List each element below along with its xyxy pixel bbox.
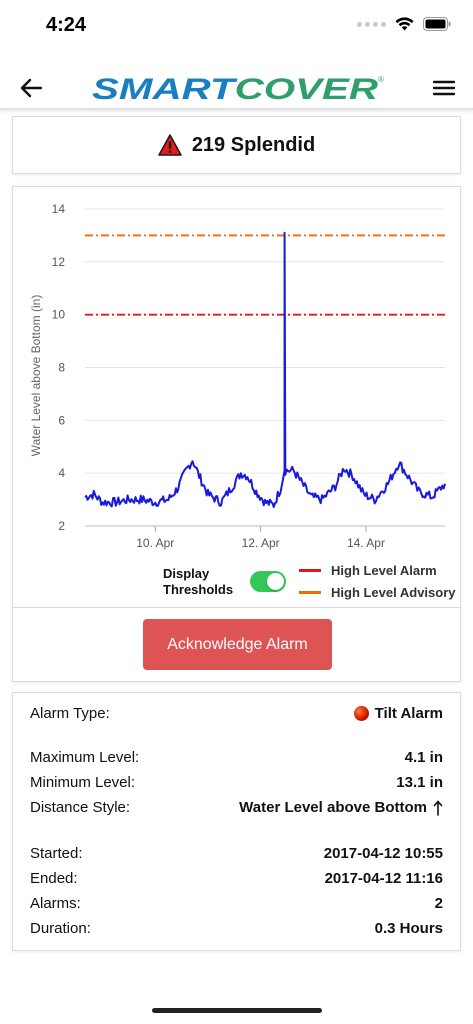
toggle-knob (267, 573, 284, 590)
y-tick-label: 10 (52, 308, 66, 322)
y-tick-label: 2 (58, 519, 65, 533)
status-icons (357, 17, 451, 31)
alarm-type-value-wrap: Tilt Alarm (353, 705, 443, 722)
svg-text:SMARTCOVER: SMART COVER (92, 73, 378, 104)
legend-label-alarm: High Level Alarm (331, 562, 437, 578)
min-level-label: Minimum Level: (30, 774, 136, 791)
alarm-details-card: Alarm Type: Tilt Alarm Maximum Level: 4.… (12, 692, 461, 951)
nav-bar: SMART COVER ® (0, 66, 473, 110)
x-tick-label: 12. Apr (242, 536, 280, 550)
started-value: 2017-04-12 10:55 (323, 845, 443, 862)
y-tick-label: 4 (58, 466, 65, 480)
site-title-card: 219 Splendid (12, 116, 461, 174)
alarm-type-value: Tilt Alarm (374, 705, 443, 722)
max-level-label: Maximum Level: (30, 749, 140, 766)
alarm-warning-icon (158, 134, 182, 156)
row-alarms: Alarms: 2 (30, 895, 443, 912)
row-started: Started: 2017-04-12 10:55 (30, 845, 443, 862)
duration-value: 0.3 Hours (374, 920, 443, 937)
row-alarm-type: Alarm Type: Tilt Alarm (30, 705, 443, 722)
status-time: 4:24 (46, 14, 87, 36)
back-arrow-icon[interactable] (18, 74, 46, 102)
row-ended: Ended: 2017-04-12 11:16 (30, 870, 443, 887)
alarms-label: Alarms: (30, 895, 81, 912)
ended-label: Ended: (30, 870, 78, 887)
arrow-up-icon (433, 799, 443, 816)
site-name: 219 Splendid (191, 133, 316, 156)
chart-card: 2 4 6 8 10 12 14 10. Apr 12. Apr 14. Apr Water L… (12, 186, 461, 682)
smartcover-logo: SMART COVER ® (92, 73, 384, 104)
min-level-value: 13.1 in (396, 774, 443, 791)
display-thresholds-toggle[interactable] (250, 571, 286, 592)
legend-swatch-alarm (299, 568, 321, 572)
hamburger-menu-icon[interactable] (431, 76, 457, 100)
distance-style-label: Distance Style: (30, 799, 131, 816)
signal-dots-icon (357, 21, 386, 27)
row-distance-style: Distance Style: Water Level above Bottom (30, 799, 443, 816)
distance-style-value: Water Level above Bottom (239, 799, 427, 816)
svg-text:®: ® (378, 75, 384, 84)
tilt-alarm-icon (353, 706, 369, 721)
alarm-type-label: Alarm Type: (30, 705, 110, 722)
y-tick-label: 12 (52, 255, 66, 269)
legend-item-advisory: High Level Advisory (299, 581, 456, 603)
x-tick-label: 10. Apr (136, 536, 174, 550)
divider (13, 607, 460, 608)
y-axis-label: Water Level above Bottom (in) (29, 295, 43, 457)
display-thresholds-label: Display Thresholds (163, 566, 234, 597)
x-tick-label: 14. Apr (347, 536, 385, 550)
y-tick-label: 14 (52, 202, 66, 216)
ended-value: 2017-04-12 11:16 (324, 870, 443, 887)
distance-style-value-wrap: Water Level above Bottom (239, 799, 443, 816)
legend-item-alarm: High Level Alarm (299, 559, 456, 581)
battery-icon (423, 17, 451, 31)
legend-swatch-advisory (299, 590, 321, 594)
row-max-level: Maximum Level: 4.1 in (30, 749, 443, 766)
row-duration: Duration: 0.3 Hours (30, 920, 443, 937)
chart-legend: High Level Alarm High Level Advisory (299, 559, 456, 603)
alarms-value: 2 (434, 895, 443, 912)
acknowledge-alarm-button[interactable]: Acknowledge Alarm (143, 619, 332, 670)
status-bar: 4:24 (0, 0, 473, 52)
y-tick-label: 8 (58, 361, 65, 375)
max-level-value: 4.1 in (404, 749, 443, 766)
y-tick-label: 6 (58, 413, 65, 427)
started-label: Started: (30, 845, 83, 862)
row-min-level: Minimum Level: 13.1 in (30, 774, 443, 791)
home-indicator (152, 1008, 322, 1013)
wifi-icon (395, 17, 414, 31)
duration-label: Duration: (30, 920, 91, 937)
series-line-water-level (84, 231, 446, 509)
legend-label-advisory: High Level Advisory (331, 584, 456, 600)
water-level-chart: 2 4 6 8 10 12 14 10. Apr 12. Apr 14. Apr Water L… (29, 202, 446, 550)
